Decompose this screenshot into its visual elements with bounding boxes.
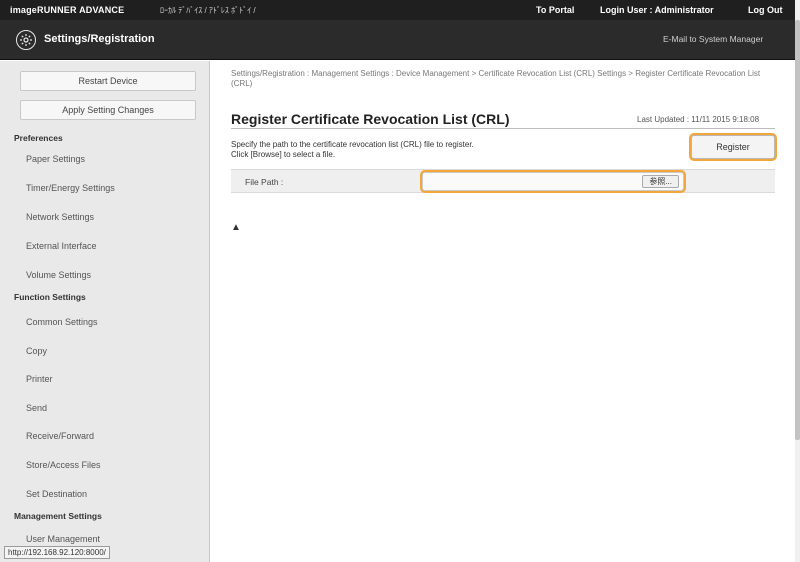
sidebar-item-send[interactable]: Send <box>26 403 47 413</box>
status-url-tooltip: http://192.168.92.120:8000/ <box>4 546 110 559</box>
page-title: Register Certificate Revocation List (CR… <box>231 111 510 127</box>
sidebar-item-receive-forward[interactable]: Receive/Forward <box>26 431 94 441</box>
file-path-input[interactable]: 参照... <box>422 172 684 191</box>
device-name: ﾛｰｶﾙ ﾃﾞﾊﾞｲｽ / ｱﾄﾞﾚｽ ﾎﾞﾄﾞｲ / <box>160 6 256 15</box>
sidebar-item-external-interface[interactable]: External Interface <box>26 241 97 251</box>
register-button[interactable]: Register <box>691 135 775 159</box>
email-system-manager-link[interactable]: E-Mail to System Manager <box>663 34 763 44</box>
page-scrollbar[interactable] <box>795 0 800 562</box>
apply-setting-changes-button[interactable]: Apply Setting Changes <box>20 100 196 120</box>
sidebar-item-printer[interactable]: Printer <box>26 374 53 384</box>
to-portal-link[interactable]: To Portal <box>536 5 574 15</box>
sidebar-item-user-management[interactable]: User Management <box>26 534 100 544</box>
scroll-to-top-icon[interactable]: ▲ <box>231 223 241 233</box>
restart-device-button[interactable]: Restart Device <box>20 71 196 91</box>
sidebar-item-common-settings[interactable]: Common Settings <box>26 317 98 327</box>
log-out-link[interactable]: Log Out <box>748 5 783 15</box>
browse-button[interactable]: 参照... <box>642 175 679 188</box>
file-path-row: File Path : 参照... <box>231 169 775 193</box>
section-heading-management-settings: Management Settings <box>14 511 102 521</box>
header-bar: Settings/Registration E-Mail to System M… <box>0 20 795 60</box>
last-updated-text: Last Updated : 11/11 2015 9:18:08 <box>637 115 760 124</box>
sidebar-item-volume-settings[interactable]: Volume Settings <box>26 270 91 280</box>
settings-gear-icon <box>16 30 36 50</box>
breadcrumb: Settings/Registration : Management Setti… <box>231 69 761 88</box>
main-content: Settings/Registration : Management Setti… <box>211 61 795 562</box>
sidebar-item-copy[interactable]: Copy <box>26 346 47 356</box>
section-heading-function-settings: Function Settings <box>14 292 86 302</box>
description: Specify the path to the certificate revo… <box>231 140 474 160</box>
section-heading-preferences: Preferences <box>14 133 63 143</box>
description-line-1: Specify the path to the certificate revo… <box>231 140 474 149</box>
title-divider <box>231 128 775 129</box>
sidebar-item-set-destination[interactable]: Set Destination <box>26 489 87 499</box>
file-path-label: File Path : <box>245 177 284 187</box>
sidebar-item-store-access-files[interactable]: Store/Access Files <box>26 460 101 470</box>
sidebar-item-network-settings[interactable]: Network Settings <box>26 212 94 222</box>
top-bar: imageRUNNER ADVANCE ﾛｰｶﾙ ﾃﾞﾊﾞｲｽ / ｱﾄﾞﾚｽ … <box>0 0 795 20</box>
login-user-label: Login User : Administrator <box>600 5 714 15</box>
sidebar-item-paper-settings[interactable]: Paper Settings <box>26 154 85 164</box>
sidebar-item-timer-energy-settings[interactable]: Timer/Energy Settings <box>26 183 115 193</box>
sidebar: Restart Device Apply Setting Changes Pre… <box>0 61 210 562</box>
header-title: Settings/Registration <box>44 33 155 45</box>
brand-name: imageRUNNER ADVANCE <box>10 5 125 15</box>
description-line-2: Click [Browse] to select a file. <box>231 150 336 159</box>
scrollbar-thumb[interactable] <box>795 20 800 440</box>
